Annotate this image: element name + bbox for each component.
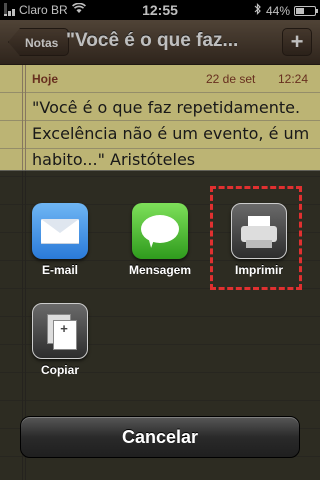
share-message-button[interactable]: Mensagem xyxy=(117,203,203,277)
share-item-label: Copiar xyxy=(40,363,79,377)
share-copy-button[interactable]: + Copiar xyxy=(17,303,103,377)
message-icon xyxy=(132,203,188,259)
screen: Claro BR 12:55 44% Notas "Você é o que f… xyxy=(0,0,320,480)
print-highlight-box xyxy=(210,186,302,290)
share-item-label: Mensagem xyxy=(128,263,192,277)
mail-icon xyxy=(32,203,88,259)
share-email-button[interactable]: E-mail xyxy=(17,203,103,277)
copy-icon: + xyxy=(32,303,88,359)
share-item-label: E-mail xyxy=(41,263,78,277)
cancel-button[interactable]: Cancelar xyxy=(20,416,300,458)
